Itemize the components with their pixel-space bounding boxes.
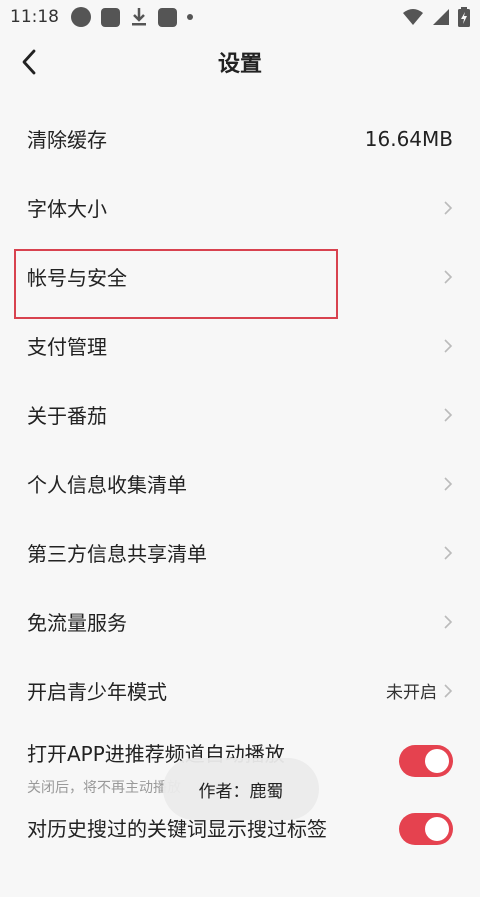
chevron-right-icon: [444, 476, 453, 491]
settings-item-label: 支付管理: [27, 335, 107, 359]
settings-item-label: 字体大小: [27, 197, 107, 221]
settings-item-label: 第三方信息共享清单: [27, 542, 207, 566]
settings-item-account-security[interactable]: 帐号与安全: [0, 242, 480, 311]
toast-message: 作者：鹿蜀: [163, 758, 319, 820]
chevron-right-icon: [444, 545, 453, 560]
settings-item-label: 关于番茄: [27, 404, 107, 428]
status-bar: 11:18: [0, 0, 480, 34]
wifi-icon: [403, 9, 423, 25]
chevron-right-icon: [444, 614, 453, 629]
notification-icons: [71, 7, 193, 27]
settings-item-label: 免流量服务: [27, 611, 127, 635]
settings-item-free-data[interactable]: 免流量服务: [0, 587, 480, 656]
settings-item-label: 清除缓存: [27, 128, 107, 152]
status-time: 11:18: [10, 7, 59, 27]
settings-item-label: 开启青少年模式: [27, 680, 167, 704]
chevron-right-icon: [444, 269, 453, 284]
settings-item-about[interactable]: 关于番茄: [0, 380, 480, 449]
settings-item-third-party-list[interactable]: 第三方信息共享清单: [0, 518, 480, 587]
autoplay-toggle[interactable]: [399, 745, 453, 777]
settings-item-teen-mode[interactable]: 开启青少年模式 未开启: [0, 656, 480, 725]
settings-item-payment[interactable]: 支付管理: [0, 311, 480, 380]
settings-item-clear-cache[interactable]: 清除缓存 16.64MB: [0, 104, 480, 173]
square-icon: [101, 7, 120, 27]
chevron-right-icon: [444, 407, 453, 422]
dot-icon: [187, 14, 193, 20]
settings-item-label: 个人信息收集清单: [27, 473, 187, 497]
battery-charging-icon: [458, 7, 470, 27]
toast-text: 作者：鹿蜀: [198, 781, 284, 802]
toggle-knob: [425, 817, 449, 841]
chevron-right-icon: [444, 338, 453, 353]
search-tag-toggle[interactable]: [399, 813, 453, 845]
square-icon: [158, 7, 177, 27]
nav-bar: 设置: [0, 34, 480, 90]
settings-item-search-tag: 对历史搜过的关键词显示搜过标签: [0, 811, 480, 897]
system-icons: [402, 7, 470, 27]
chevron-right-icon: [444, 683, 453, 698]
toggle-knob: [425, 749, 449, 773]
circle-icon: [71, 7, 91, 27]
page-title: 设置: [217, 52, 262, 77]
download-icon: [132, 8, 146, 26]
signal-icon: [433, 9, 449, 25]
chevron-right-icon: [444, 200, 453, 215]
settings-item-label: 帐号与安全: [27, 266, 127, 290]
cache-size-value: 16.64MB: [364, 126, 453, 151]
settings-item-personal-info-list[interactable]: 个人信息收集清单: [0, 449, 480, 518]
teen-mode-status: 未开启: [386, 683, 437, 703]
settings-item-font-size[interactable]: 字体大小: [0, 173, 480, 242]
